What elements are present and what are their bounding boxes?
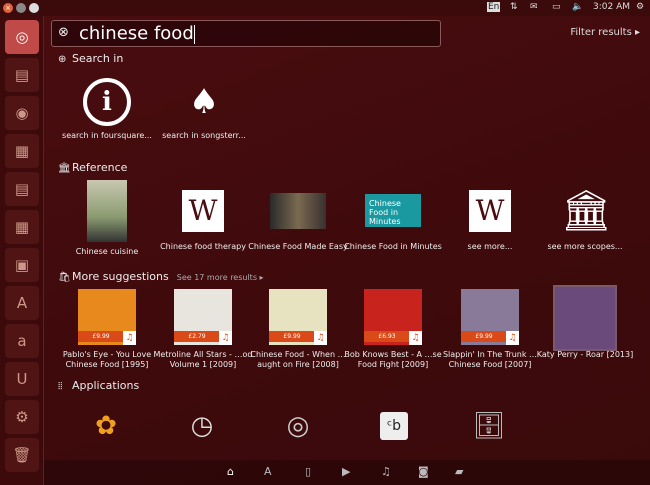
- applications-icon: ⦙⦙: [58, 381, 63, 392]
- section-applications: ⦙⦙ Applications: [58, 379, 140, 392]
- music-note-icon: ♫: [506, 331, 519, 345]
- app-character-map-icon[interactable]: ᶜb: [380, 412, 408, 440]
- dash-home-icon[interactable]: ◎: [5, 20, 39, 54]
- music-icon[interactable]: ♫: [381, 465, 391, 478]
- see-more-results-link[interactable]: See 17 more results ▸: [177, 273, 264, 282]
- music-note-icon: ♫: [409, 331, 422, 345]
- suggestion-item[interactable]: £2.79 ♫ Metroline All Stars - …od Volume 1…: [153, 289, 253, 370]
- foursquare-scope[interactable]: i search in foursquare...: [57, 78, 157, 141]
- search-box[interactable]: ⊗ chinese food: [51, 20, 441, 47]
- lens-bar: ⌂ A ▯ ▶ ♫ ◙ ▰: [44, 460, 650, 485]
- launcher-files-icon[interactable]: ▤: [5, 58, 39, 92]
- see-more-scopes[interactable]: 🏛 see more scopes...: [535, 180, 635, 252]
- launcher-settings-icon[interactable]: ⚙: [5, 400, 39, 434]
- launcher: ◎ ▤ ◉ ▦ ▤ ▦ ▣ A a U ⚙ 🗑: [0, 16, 44, 485]
- applications-lens-icon[interactable]: A: [264, 465, 272, 478]
- social-icon[interactable]: ▰: [455, 465, 463, 478]
- search-input[interactable]: chinese food: [79, 23, 195, 44]
- search-query: chinese food: [79, 23, 194, 44]
- app-file-cabinet-icon[interactable]: 🗄: [471, 408, 507, 444]
- filter-results-button[interactable]: Filter results ▸: [570, 27, 640, 38]
- clock[interactable]: 3:02 AM: [593, 2, 630, 12]
- suggestion-label: Bob Knows Best - A …se Food Fight [2009]: [344, 350, 442, 369]
- suggestion-label: Chinese Food - When …aught on Fire [2008…: [250, 350, 346, 369]
- info-icon: i: [83, 78, 131, 126]
- launcher-docs-icon[interactable]: ▦: [5, 134, 39, 168]
- reference-icon: 🏛: [58, 163, 71, 174]
- wikipedia-icon: W: [182, 190, 224, 232]
- launcher-browser-icon[interactable]: ◉: [5, 96, 39, 130]
- power-icon[interactable]: ⚙: [636, 2, 644, 12]
- launcher-impress-icon[interactable]: ▣: [5, 248, 39, 282]
- section-more-suggestions: 🛍More suggestions See 17 more results ▸: [58, 270, 264, 283]
- cuisine-photo: [87, 180, 127, 242]
- album-cover: £9.99 ♫: [78, 289, 136, 345]
- songsterr-scope[interactable]: ♠ search in songsterr...: [154, 78, 254, 141]
- battery-icon[interactable]: ▭: [552, 2, 561, 12]
- reference-item[interactable]: Chinese Food in Minutes Chinese Food in …: [343, 180, 443, 252]
- launcher-software-center-icon[interactable]: A: [5, 286, 39, 320]
- volume-icon[interactable]: 🔈: [572, 2, 583, 12]
- home-icon[interactable]: ⌂: [227, 465, 234, 478]
- mail-icon[interactable]: ✉: [530, 2, 538, 12]
- app-shotwell-icon[interactable]: ✿: [88, 408, 124, 444]
- scope-label: search in foursquare...: [62, 131, 152, 140]
- songsterr-icon: ♠: [188, 82, 220, 122]
- shopping-bag-icon: 🛍: [58, 272, 71, 283]
- suggestion-item[interactable]: Katy Perry - Roar [2013]: [535, 285, 635, 360]
- minimize-button[interactable]: [16, 3, 26, 13]
- launcher-trash-icon[interactable]: 🗑: [5, 438, 39, 472]
- music-note-icon: ♫: [123, 331, 136, 345]
- music-note-icon: ♫: [219, 331, 232, 345]
- scope-label: search in songsterr...: [162, 131, 246, 140]
- price-badge: £9.99: [78, 331, 124, 342]
- reference-item[interactable]: Chinese cuisine: [57, 180, 157, 257]
- network-icon[interactable]: ⇅: [510, 2, 518, 12]
- reference-building-icon: 🏛: [561, 188, 612, 234]
- close-button[interactable]: ×: [3, 3, 13, 13]
- suggestion-item[interactable]: £9.99 ♫ Slappin' In The Trunk …Chinese Foo…: [440, 289, 540, 370]
- launcher-writer-icon[interactable]: ▤: [5, 172, 39, 206]
- files-icon[interactable]: ▯: [305, 465, 311, 478]
- launcher-ubuntu-one-icon[interactable]: U: [5, 362, 39, 396]
- see-more-wikipedia[interactable]: W see more...: [440, 180, 540, 252]
- album-cover: £9.99 ♫: [461, 289, 519, 345]
- album-cover: £6.93 ♫: [364, 289, 422, 345]
- album-cover: [553, 285, 617, 351]
- top-panel: × En ⇅ ✉ ▭ 🔈 3:02 AM ⚙: [0, 0, 650, 16]
- wikipedia-icon: W: [469, 190, 511, 232]
- price-badge: £6.93: [364, 331, 410, 342]
- photos-icon[interactable]: ◙: [418, 465, 429, 478]
- clear-search-icon[interactable]: ⊗: [58, 25, 69, 40]
- app-disc-icon[interactable]: ◎: [280, 408, 316, 444]
- video-thumbnail: [270, 193, 326, 229]
- price-badge: £9.99: [461, 331, 507, 342]
- app-clock-icon[interactable]: ◷: [184, 408, 220, 444]
- section-search-in: ⊕ Search in: [58, 52, 124, 65]
- reference-item[interactable]: W Chinese food therapy: [153, 180, 253, 252]
- video-icon[interactable]: ▶: [342, 465, 350, 478]
- search-in-icon: ⊕: [58, 54, 67, 65]
- launcher-calc-icon[interactable]: ▦: [5, 210, 39, 244]
- book-thumbnail: Chinese Food in Minutes: [365, 194, 421, 227]
- suggestion-item[interactable]: £6.93 ♫ Bob Knows Best - A …se Food Fight …: [343, 289, 443, 370]
- suggestion-label: Pablo's Eye - You Love Chinese Food [199…: [62, 350, 152, 369]
- album-cover: £9.99 ♫: [269, 289, 327, 345]
- reference-item[interactable]: Chinese Food Made Easy: [248, 180, 348, 252]
- suggestion-label: Katy Perry - Roar [2013]: [536, 350, 634, 359]
- suggestion-item[interactable]: £9.99 ♫ Pablo's Eye - You Love Chinese Foo…: [57, 289, 157, 370]
- keyboard-indicator[interactable]: En: [487, 2, 501, 12]
- maximize-button[interactable]: [29, 3, 39, 13]
- price-badge: £2.79: [174, 331, 220, 342]
- suggestion-item[interactable]: £9.99 ♫ Chinese Food - When …aught on Fire…: [248, 289, 348, 370]
- album-cover: £2.79 ♫: [174, 289, 232, 345]
- music-note-icon: ♫: [314, 331, 327, 345]
- price-badge: £9.99: [269, 331, 315, 342]
- section-reference: 🏛Reference: [58, 161, 128, 174]
- launcher-amazon-icon[interactable]: a: [5, 324, 39, 358]
- suggestion-label: Slappin' In The Trunk …Chinese Food [200…: [442, 350, 538, 369]
- suggestion-label: Metroline All Stars - …od Volume 1 [2009…: [153, 350, 253, 369]
